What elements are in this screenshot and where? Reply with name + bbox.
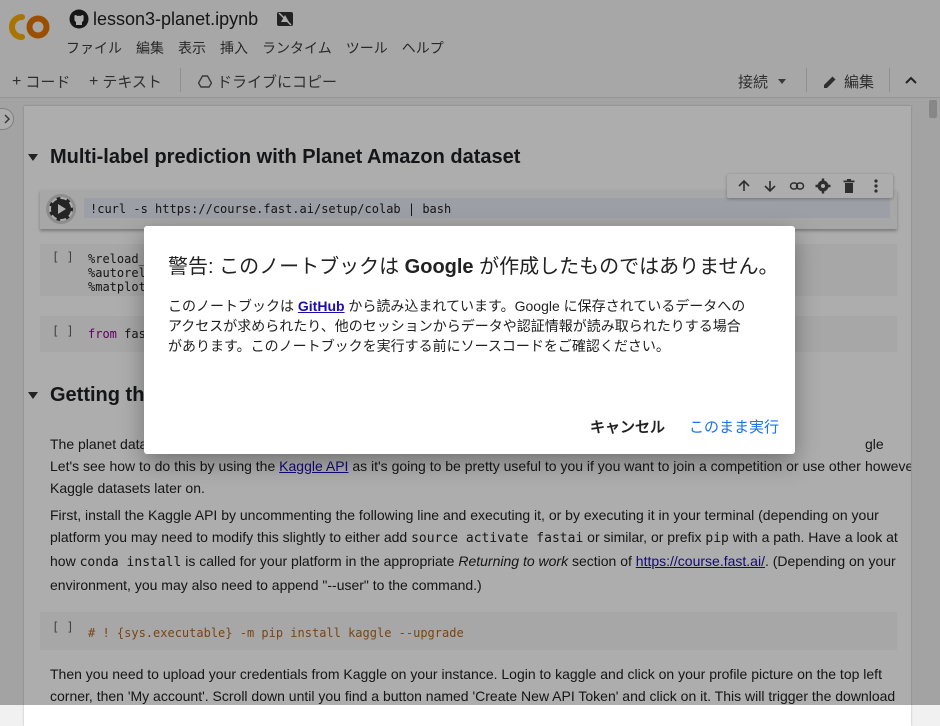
dialog-body: このノートブックは GitHub から読み込まれています。Google に保存さ…: [168, 296, 748, 356]
dialog-title-text: が作成したものではありません。: [473, 256, 779, 278]
dialog-title-brand: Google: [404, 256, 474, 278]
dialog-title-text: 警告: このノートブックは: [168, 256, 405, 278]
run-anyway-button[interactable]: このまま実行: [689, 416, 779, 437]
dialog-body-text: このノートブックは: [168, 298, 298, 314]
cancel-button[interactable]: キャンセル: [590, 416, 665, 437]
untrusted-notebook-dialog: 警告: このノートブックは Google が作成したものではありません。 このノ…: [144, 226, 795, 454]
dialog-actions: キャンセル このまま実行: [566, 416, 779, 437]
dialog-title: 警告: このノートブックは Google が作成したものではありません。: [168, 250, 779, 279]
github-link[interactable]: GitHub: [298, 298, 345, 314]
